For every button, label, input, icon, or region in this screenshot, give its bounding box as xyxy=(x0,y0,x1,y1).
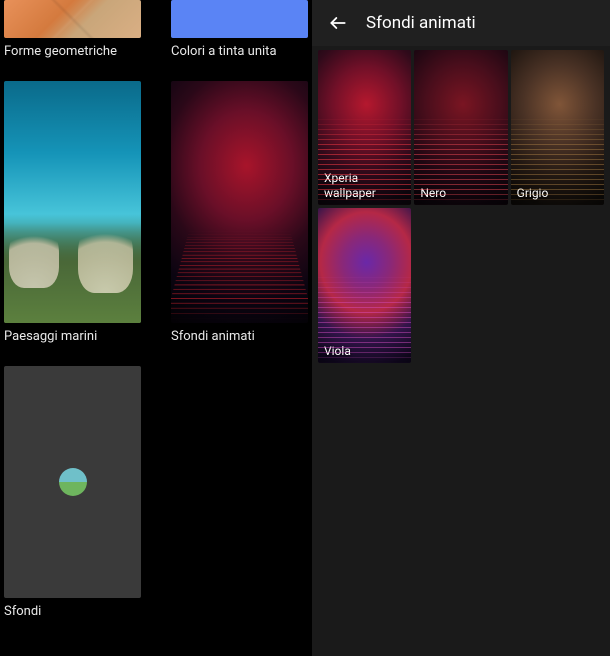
wallpaper-label: Grigio xyxy=(517,186,600,200)
wallpaper-xperia[interactable]: Xperia wallpaper xyxy=(318,50,411,205)
wallpaper-label: Xperia wallpaper xyxy=(324,171,407,200)
category-label: Sfondi xyxy=(4,604,141,619)
wallpaper-nero[interactable]: Nero xyxy=(414,50,507,205)
thumb-placeholder xyxy=(4,366,141,598)
wallpaper-viola[interactable]: Viola xyxy=(318,208,411,363)
category-colori-tinta-unita[interactable]: Colori a tinta unita xyxy=(171,0,308,59)
wallpaper-thumb: Nero xyxy=(414,50,507,205)
panel-title: Sfondi animati xyxy=(366,13,476,33)
arrow-left-icon xyxy=(328,13,348,33)
wallpaper-thumb: Viola xyxy=(318,208,411,363)
category-label: Paesaggi marini xyxy=(4,329,141,344)
category-label: Forme geometriche xyxy=(4,44,141,59)
thumb-animated xyxy=(171,81,308,323)
category-paesaggi-marini[interactable]: Paesaggi marini xyxy=(4,81,141,344)
wallpaper-label: Nero xyxy=(420,186,503,200)
category-sfondi-animati[interactable]: Sfondi animati xyxy=(171,81,308,344)
wallpaper-thumb: Xperia wallpaper xyxy=(318,50,411,205)
animated-wallpapers-panel: Sfondi animati Xperia wallpaper Nero Gri… xyxy=(312,0,610,656)
back-button[interactable] xyxy=(320,5,356,41)
wallpaper-grigio[interactable]: Grigio xyxy=(511,50,604,205)
category-label: Sfondi animati xyxy=(171,329,308,344)
wallpaper-categories: Forme geometriche Colori a tinta unita P… xyxy=(0,0,312,656)
wallpaper-grid: Xperia wallpaper Nero Grigio Viola xyxy=(312,46,610,363)
category-sfondi[interactable]: Sfondi xyxy=(4,366,141,619)
landscape-icon xyxy=(59,468,87,496)
thumb-solid-color xyxy=(171,0,308,38)
category-forme-geometriche[interactable]: Forme geometriche xyxy=(4,0,141,59)
thumb-ocean xyxy=(4,81,141,323)
panel-header: Sfondi animati xyxy=(312,0,610,46)
wallpaper-thumb: Grigio xyxy=(511,50,604,205)
thumb-geometric xyxy=(4,0,141,38)
category-label: Colori a tinta unita xyxy=(171,44,308,59)
wallpaper-label: Viola xyxy=(324,344,407,358)
